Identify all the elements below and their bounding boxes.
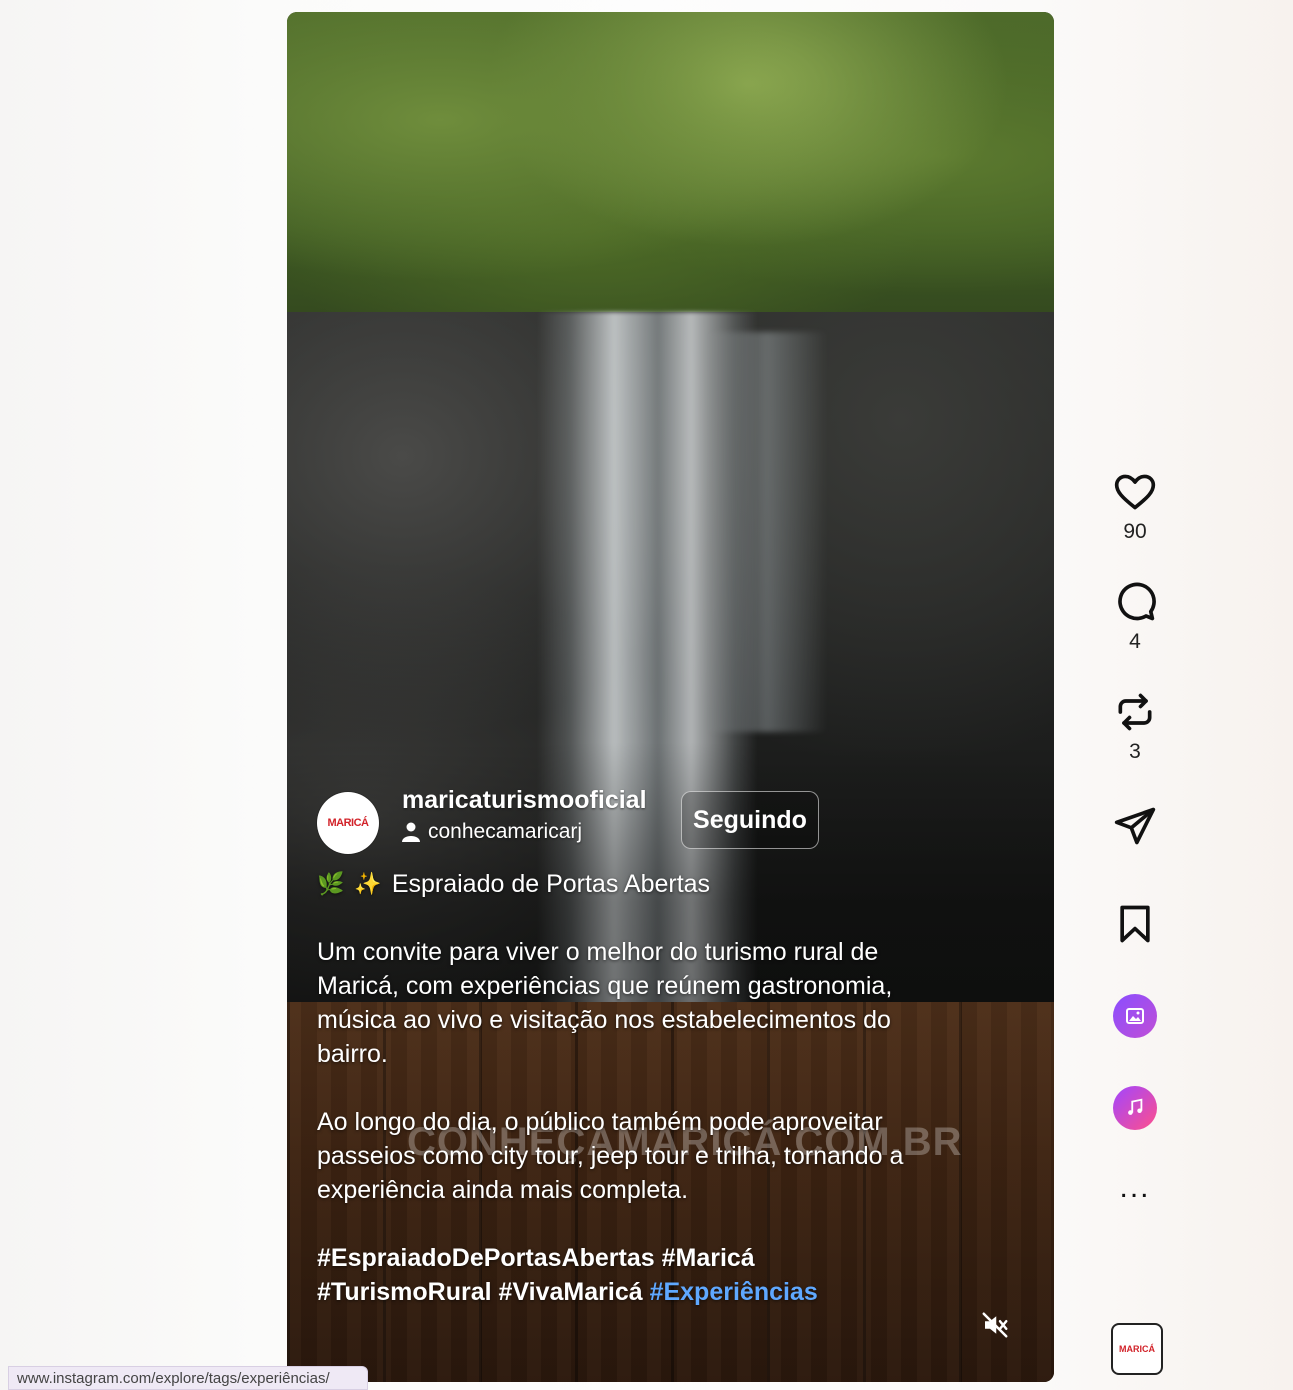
status-link-url: www.instagram.com/explore/tags/experiênc…	[8, 1366, 368, 1390]
caption-paragraph: Um convite para viver o melhor do turism…	[317, 938, 893, 1068]
heart-icon	[1114, 474, 1156, 510]
like-button[interactable]: 90	[1113, 470, 1157, 544]
collaborator-name: conhecamaricarj	[428, 820, 583, 843]
hashtag-link[interactable]: #VivaMaricá	[499, 1278, 643, 1306]
reel-video[interactable]: CONHEÇAMARICÁ.COM.BR MARICÁ maricaturism…	[287, 12, 1054, 1382]
repost-count: 3	[1129, 740, 1141, 763]
share-button[interactable]	[1113, 804, 1157, 848]
repost-icon	[1118, 693, 1152, 731]
author-username[interactable]: maricaturismooficial	[402, 786, 647, 815]
post-caption: 🌿 ✨ Espraiado de Portas Abertas Um convi…	[317, 867, 917, 1309]
collaborator-row[interactable]: conhecamaricarj	[402, 820, 582, 844]
send-icon	[1114, 807, 1156, 845]
hashtag-link[interactable]: #TurismoRural	[317, 1278, 492, 1306]
bookmark-icon	[1120, 905, 1150, 943]
author-avatar[interactable]: MARICÁ	[317, 792, 379, 854]
comment-button[interactable]: 4	[1113, 580, 1157, 654]
like-count: 90	[1123, 520, 1147, 543]
person-icon	[402, 822, 420, 842]
following-button[interactable]: Seguindo	[681, 791, 819, 849]
caption-paragraph: Ao longo do dia, o público também pode a…	[317, 1108, 904, 1204]
action-rail: 90 4 3 ...	[1100, 470, 1170, 1203]
sparkles-emoji: ✨	[354, 871, 382, 896]
music-icon	[1128, 1098, 1143, 1115]
repost-button[interactable]: 3	[1113, 690, 1157, 764]
caption-title: 🌿 ✨ Espraiado de Portas Abertas	[317, 867, 917, 901]
mute-toggle-button[interactable]	[978, 1308, 1012, 1342]
caption-title-text: Espraiado de Portas Abertas	[391, 870, 711, 898]
audio-thumbnail[interactable]: MARICÁ	[1111, 1323, 1163, 1375]
hashtag-link[interactable]: #EspraiadoDePortasAbertas	[317, 1244, 655, 1272]
hashtag-list: #EspraiadoDePortasAbertas #Maricá #Turis…	[317, 1241, 917, 1309]
photo-button[interactable]	[1113, 994, 1157, 1038]
music-button[interactable]	[1113, 1086, 1157, 1130]
more-options-button[interactable]: ...	[1119, 1173, 1150, 1203]
comment-count: 4	[1129, 630, 1141, 653]
hashtag-link-hovered[interactable]: #Experiências	[650, 1278, 818, 1306]
comment-icon	[1118, 582, 1156, 621]
herb-emoji: 🌿	[317, 871, 345, 896]
save-button[interactable]	[1113, 902, 1157, 946]
muted-speaker-icon	[982, 1312, 1008, 1338]
hashtag-link[interactable]: #Maricá	[662, 1244, 755, 1272]
avatar-logo: MARICÁ	[327, 817, 370, 829]
photo-icon	[1126, 1008, 1144, 1024]
